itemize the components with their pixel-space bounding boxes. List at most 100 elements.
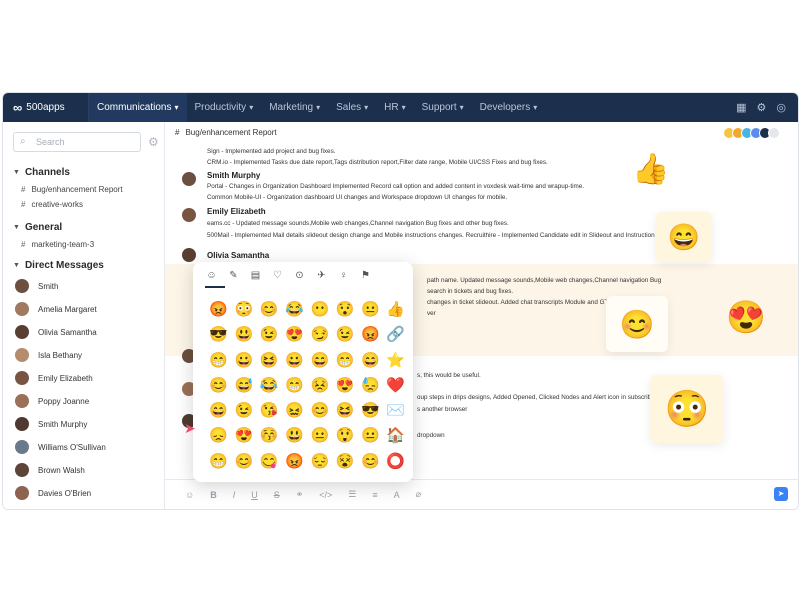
general-header[interactable]: ▼ General <box>13 222 62 233</box>
emoji-option[interactable]: 😁 <box>206 449 231 474</box>
dm-item[interactable]: Amelia Margaret <box>15 302 97 316</box>
emoji-option[interactable]: ❤️ <box>383 373 408 398</box>
emoji-option[interactable]: 😐 <box>358 423 383 448</box>
emoji-option[interactable]: ⭐ <box>383 348 408 373</box>
emoji-option[interactable]: 😏 <box>307 322 332 347</box>
emoji-option[interactable]: 😲 <box>332 423 357 448</box>
emoji-option[interactable]: 😊 <box>231 449 256 474</box>
emoji-option[interactable]: 😆 <box>257 348 282 373</box>
dm-item[interactable]: Poppy Joanne <box>15 394 89 408</box>
emoji-option[interactable]: 😉 <box>231 398 256 423</box>
nav-support[interactable]: Support ▾ <box>414 93 472 122</box>
message-composer[interactable]: ☺ B I U S ⚭ </> ☰ ≡ A ⌀ ➤ <box>165 479 798 509</box>
emoji-option[interactable]: 🏠 <box>383 423 408 448</box>
underline-icon[interactable]: U <box>251 490 258 500</box>
channel-item[interactable]: # Bug/enhancement Report <box>21 185 123 194</box>
message-author[interactable]: Emily Elizabeth <box>207 207 266 216</box>
emoji-option[interactable]: 😄 <box>206 398 231 423</box>
emoji-option[interactable]: 😅 <box>231 373 256 398</box>
apps-grid-icon[interactable]: ▦ <box>736 101 746 114</box>
emoji-option[interactable]: 😚 <box>257 423 282 448</box>
message-author[interactable]: Smith Murphy <box>207 171 260 180</box>
emoji-option[interactable]: 😍 <box>231 423 256 448</box>
emoji-option[interactable]: 😁 <box>332 348 357 373</box>
gear-icon[interactable]: ⚙ <box>148 135 159 149</box>
emoji-option[interactable]: 😁 <box>206 348 231 373</box>
emoji-option[interactable]: 😔 <box>307 449 332 474</box>
emoji-option[interactable]: 😡 <box>282 449 307 474</box>
emoji-option[interactable]: 😊 <box>257 297 282 322</box>
smileys-tab-icon[interactable]: ☺ <box>205 270 218 281</box>
emoji-option[interactable]: 😎 <box>206 322 231 347</box>
emoji-option[interactable]: 😀 <box>231 348 256 373</box>
emoji-option[interactable]: 😊 <box>358 449 383 474</box>
dm-header[interactable]: ▼ Direct Messages <box>13 260 104 271</box>
emoji-option[interactable]: 😄 <box>307 348 332 373</box>
bold-icon[interactable]: B <box>210 490 217 500</box>
emoji-option[interactable]: 😊 <box>307 398 332 423</box>
emoji-icon[interactable]: ☺ <box>185 490 194 500</box>
dm-item[interactable]: Smith <box>15 279 58 293</box>
emoji-option[interactable]: 😐 <box>307 423 332 448</box>
emoji-option[interactable]: 😉 <box>257 322 282 347</box>
emoji-option[interactable]: 👍 <box>383 297 408 322</box>
dm-item[interactable]: Smith Murphy <box>15 417 87 431</box>
emoji-option[interactable]: ⭕ <box>383 449 408 474</box>
nav-hr[interactable]: HR ▾ <box>376 93 413 122</box>
emoji-option[interactable]: 😊 <box>206 373 231 398</box>
emoji-option[interactable]: 😯 <box>332 297 357 322</box>
emoji-option[interactable]: 🔗 <box>383 322 408 347</box>
emoji-option[interactable]: 😍 <box>332 373 357 398</box>
settings-icon[interactable]: ⚙ <box>757 101 767 114</box>
text-color-icon[interactable]: A <box>394 490 400 500</box>
emoji-option[interactable]: 😡 <box>358 322 383 347</box>
code-icon[interactable]: </> <box>319 490 332 500</box>
emoji-option[interactable]: 😖 <box>282 398 307 423</box>
emoji-option[interactable]: 😁 <box>282 373 307 398</box>
help-icon[interactable]: ◎ <box>776 101 786 114</box>
nav-marketing[interactable]: Marketing ▾ <box>261 93 328 122</box>
dm-item[interactable]: Brown Walsh <box>15 463 85 477</box>
dm-item[interactable]: Olivia Samantha <box>15 325 97 339</box>
italic-icon[interactable]: I <box>233 490 236 500</box>
emoji-option[interactable]: 😶 <box>307 297 332 322</box>
emoji-option[interactable]: 😳 <box>231 297 256 322</box>
emoji-option[interactable]: 😞 <box>206 423 231 448</box>
emoji-option[interactable]: 😡 <box>206 297 231 322</box>
attach-icon[interactable]: ⌀ <box>416 489 421 500</box>
dm-item[interactable]: Isla Bethany <box>15 348 82 362</box>
message-author[interactable]: Olivia Samantha <box>207 251 269 260</box>
emoji-option[interactable]: ✉️ <box>383 398 408 423</box>
emoji-option[interactable]: 😀 <box>282 348 307 373</box>
emoji-option[interactable]: 😎 <box>358 398 383 423</box>
emoji-option[interactable]: 😄 <box>358 348 383 373</box>
nav-sales[interactable]: Sales ▾ <box>328 93 376 122</box>
dm-item[interactable]: Williams O'Sullivan <box>15 440 106 454</box>
emoji-option[interactable]: 😘 <box>257 398 282 423</box>
emoji-option[interactable]: 😓 <box>358 373 383 398</box>
emoji-option[interactable]: 😐 <box>358 297 383 322</box>
travel-tab-icon[interactable]: ✈ <box>315 270 328 281</box>
objects-tab-icon[interactable]: ▤ <box>249 270 262 281</box>
channels-header[interactable]: ▼ Channels <box>13 167 70 178</box>
emoji-option[interactable]: 😋 <box>257 449 282 474</box>
send-button[interactable]: ➤ <box>774 487 788 501</box>
emoji-option[interactable]: 😵 <box>332 449 357 474</box>
emoji-option[interactable]: 😃 <box>231 322 256 347</box>
emoji-option[interactable]: 😍 <box>282 322 307 347</box>
channel-item[interactable]: # marketing-team-3 <box>21 240 94 249</box>
emoji-option[interactable]: 😃 <box>282 423 307 448</box>
emoji-option[interactable]: 😉 <box>332 322 357 347</box>
emoji-option[interactable]: 😣 <box>307 373 332 398</box>
activity-tab-icon[interactable]: ⊙ <box>293 270 306 281</box>
symbols-tab-icon[interactable]: ♀ <box>337 270 350 281</box>
channel-item[interactable]: # creative-works <box>21 200 83 209</box>
list-icon[interactable]: ☰ <box>348 489 356 500</box>
nav-productivity[interactable]: Productivity ▾ <box>187 93 262 122</box>
brand[interactable]: ∞ 500apps <box>3 93 89 122</box>
dm-item[interactable]: Davies O'Brien <box>15 486 91 500</box>
dm-item[interactable]: Emily Elizabeth <box>15 371 93 385</box>
heart-tab-icon[interactable]: ♡ <box>271 270 284 281</box>
strikethrough-icon[interactable]: S <box>274 490 280 500</box>
link-icon[interactable]: ⚭ <box>296 489 304 500</box>
